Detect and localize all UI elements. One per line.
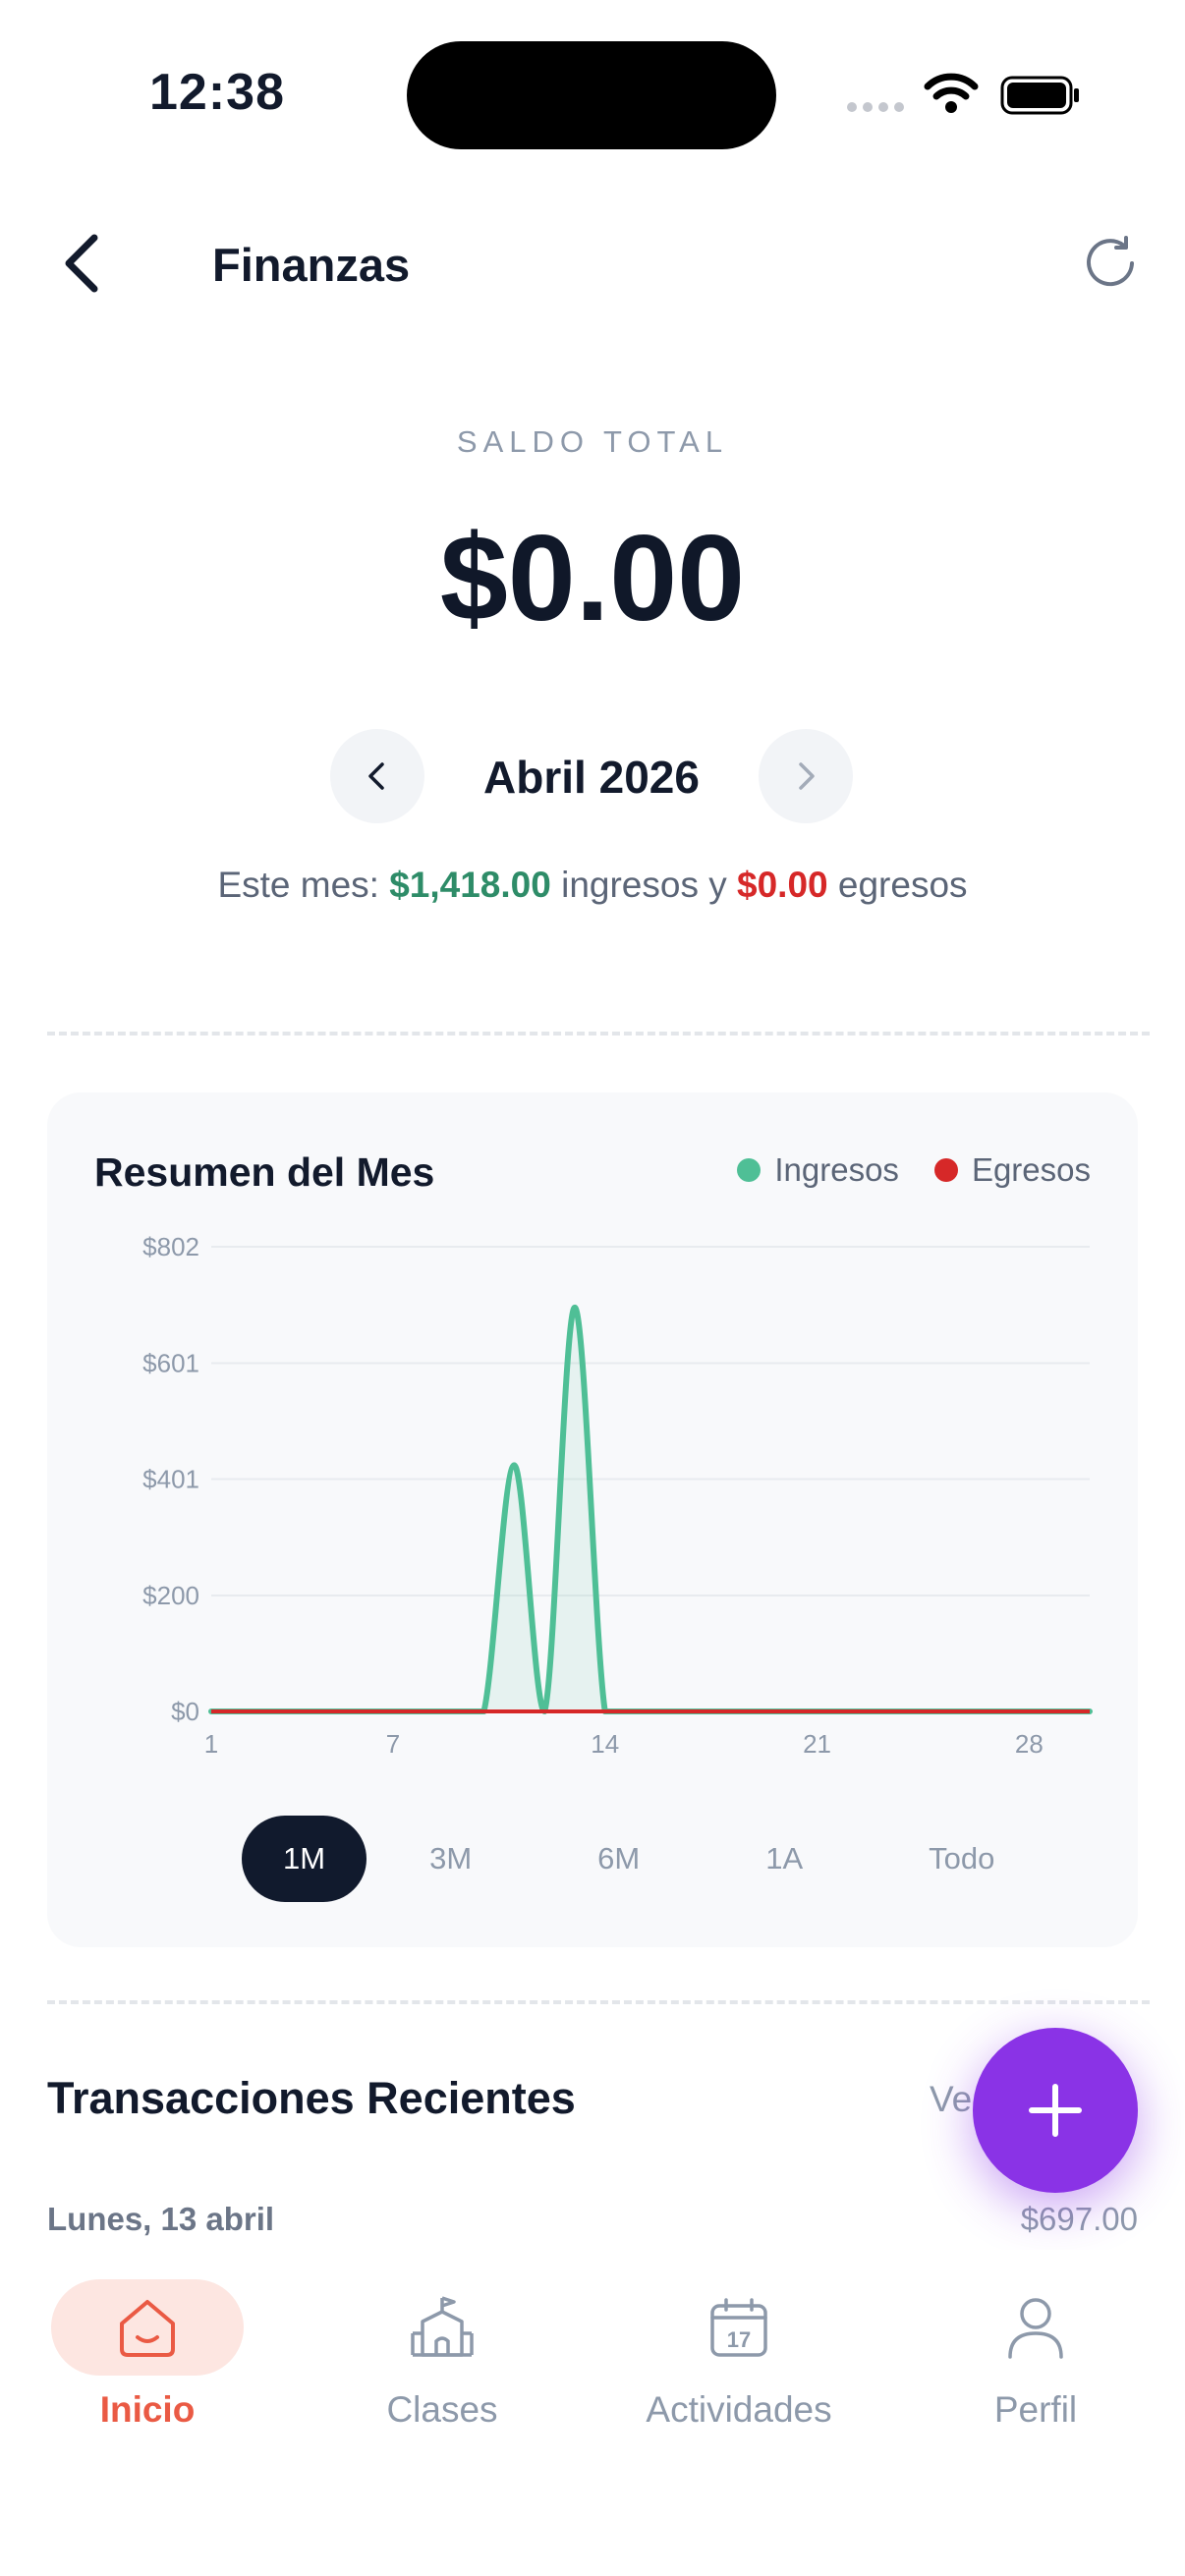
battery-icon	[1000, 76, 1079, 115]
finance-screen: 12:38 Finanzas SALDO TOTAL $0.00 Abril 2…	[0, 0, 1185, 2576]
calendar-icon: 17	[710, 2298, 767, 2357]
range-tab-todo[interactable]: Todo	[866, 1816, 1057, 1902]
transaction-group-total: $697.00	[1020, 2201, 1138, 2237]
monthly-summary-card: Resumen del Mes Ingresos Egresos $0 $200 $…	[47, 1092, 1138, 1947]
status-time: 12:38	[149, 64, 285, 121]
nav-label: Clases	[386, 2389, 498, 2430]
x-tick-label: 7	[386, 1729, 400, 1759]
summary-middle: ingresos y	[550, 865, 738, 905]
y-tick-label: $802	[142, 1232, 199, 1261]
nav-icon-wrap	[939, 2279, 1132, 2376]
range-tab-3m[interactable]: 3M	[367, 1816, 535, 1902]
x-tick-label: 21	[803, 1729, 831, 1759]
refresh-icon	[1087, 236, 1134, 287]
range-tab-1a[interactable]: 1A	[703, 1816, 866, 1902]
y-tick-label: $200	[142, 1581, 199, 1610]
y-tick-label: $401	[142, 1465, 199, 1494]
recent-transactions-title: Transacciones Recientes	[47, 2073, 576, 2123]
month-label: Abril 2026	[483, 752, 700, 803]
wifi-icon	[924, 73, 979, 113]
income-area	[211, 1307, 1090, 1711]
range-tab-1m[interactable]: 1M	[242, 1816, 367, 1902]
chevron-right-icon	[799, 762, 815, 790]
transaction-group-date: Lunes, 13 abril	[47, 2201, 275, 2237]
y-tick-label: $0	[171, 1697, 199, 1726]
x-tick-label: 14	[591, 1729, 619, 1759]
add-transaction-button[interactable]	[973, 2028, 1138, 2193]
school-icon	[411, 2296, 474, 2357]
chevron-left-icon	[65, 234, 98, 293]
nav-icon-wrap	[346, 2279, 538, 2376]
refresh-button[interactable]	[1081, 232, 1144, 295]
x-tick-label: 28	[1015, 1729, 1044, 1759]
range-tabs: 1M 3M 6M 1A Todo	[242, 1816, 1057, 1902]
dynamic-island	[407, 41, 776, 149]
income-line	[208, 1304, 1093, 1714]
nav-label: Actividades	[646, 2389, 832, 2430]
x-tick-label: 1	[204, 1729, 218, 1759]
income-expense-chart: $0 $200 $401 $601 $802 1 7 14 21 28	[142, 1232, 1093, 1759]
range-tab-6m[interactable]: 6M	[535, 1816, 703, 1902]
user-icon	[1008, 2298, 1063, 2359]
previous-month-button[interactable]	[330, 729, 424, 823]
nav-icon-wrap	[51, 2279, 244, 2376]
view-all-link[interactable]: Ve	[930, 2079, 972, 2120]
nav-item-perfil[interactable]: Perfil	[918, 2279, 1154, 2431]
income-amount: $1,418.00	[389, 865, 551, 905]
summary-suffix: egresos	[827, 865, 968, 905]
expense-amount: $0.00	[737, 865, 828, 905]
calendar-day: 17	[727, 2327, 751, 2352]
month-selector: Abril 2026	[330, 729, 853, 823]
section-divider	[47, 2000, 1150, 2004]
balance-amount: $0.00	[439, 511, 746, 646]
nav-icon-wrap: 17	[643, 2279, 835, 2376]
chevron-left-icon	[368, 762, 384, 790]
nav-item-inicio[interactable]: Inicio	[29, 2279, 265, 2431]
back-button[interactable]	[53, 228, 112, 299]
nav-item-actividades[interactable]: 17 Actividades	[621, 2279, 857, 2431]
nav-label: Perfil	[993, 2389, 1078, 2430]
home-icon	[120, 2300, 175, 2357]
nav-label: Inicio	[99, 2389, 196, 2430]
plus-icon	[1029, 2084, 1082, 2137]
next-month-button[interactable]	[759, 729, 853, 823]
nav-item-clases[interactable]: Clases	[324, 2279, 560, 2431]
y-tick-label: $601	[142, 1349, 199, 1378]
section-divider	[47, 1032, 1150, 1036]
cellular-signal-icon	[847, 102, 904, 112]
bottom-navigation: Inicio Clases 17 Actividades Perfil	[0, 2250, 1185, 2576]
month-summary: Este mes: $1,418.00 ingresos y $0.00 egr…	[0, 865, 1185, 906]
summary-prefix: Este mes:	[217, 865, 390, 905]
balance-label: SALDO TOTAL	[456, 424, 729, 459]
page-title: Finanzas	[212, 239, 411, 291]
